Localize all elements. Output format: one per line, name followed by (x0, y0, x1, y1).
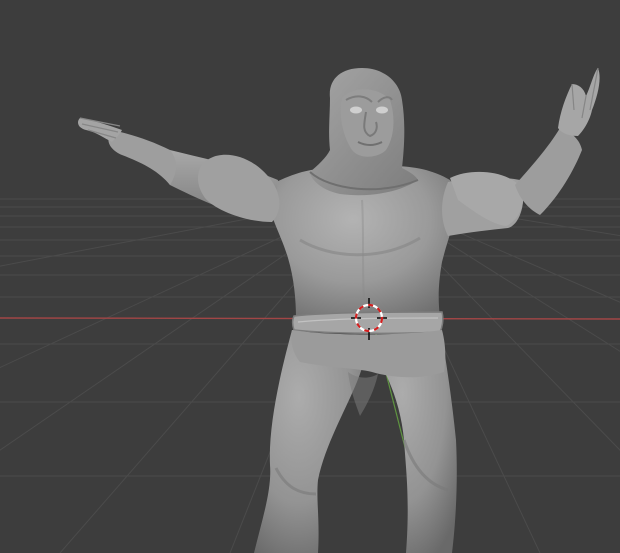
viewport-canvas[interactable] (0, 0, 620, 553)
right-eye (376, 106, 388, 114)
3d-viewport[interactable] (0, 0, 620, 553)
left-eye (350, 106, 362, 114)
